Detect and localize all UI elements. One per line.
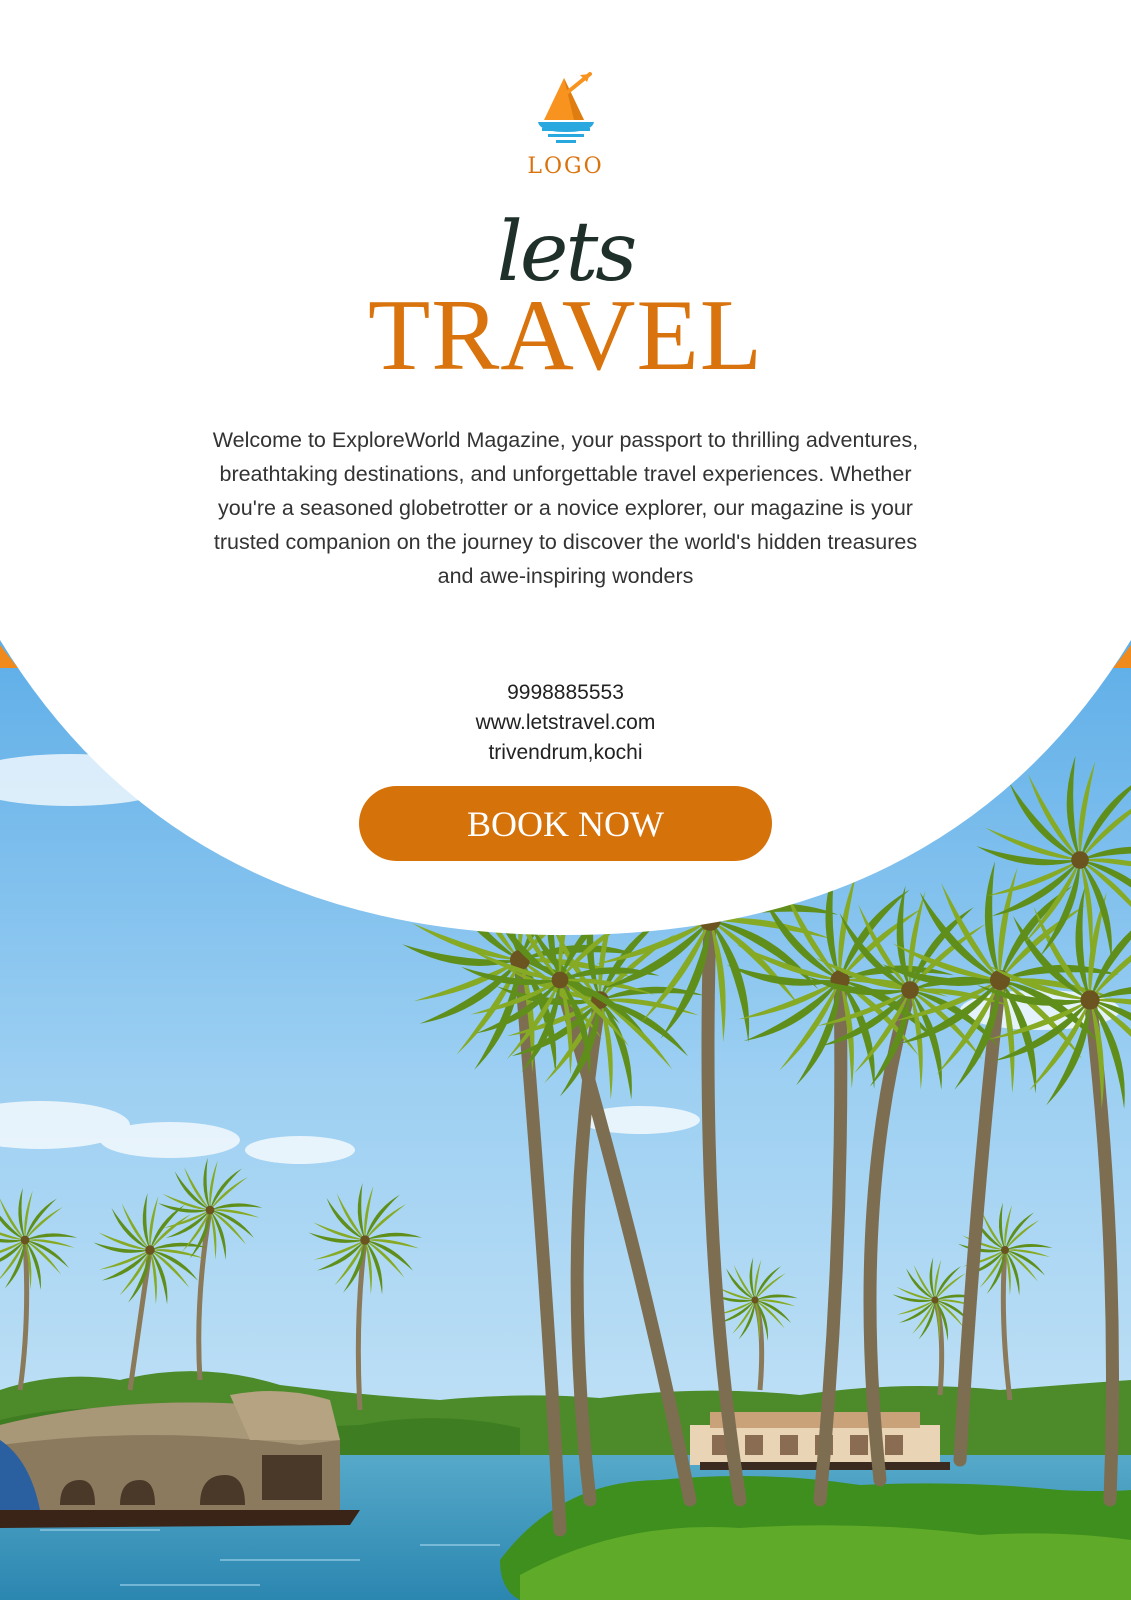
- contact-phone[interactable]: 9998885553: [0, 681, 1131, 705]
- headline-main: TRAVEL: [367, 279, 764, 392]
- sailboat-logo-icon: [537, 72, 594, 143]
- travel-poster: LOGO lets TRAVEL Welcome to ExploreWorld…: [0, 0, 1131, 1600]
- book-now-button[interactable]: BOOK NOW: [359, 786, 772, 861]
- logo-text: LOGO: [527, 154, 604, 179]
- contact-website[interactable]: www.letstravel.com: [0, 711, 1131, 735]
- intro-paragraph: Welcome to ExploreWorld Magazine, your p…: [212, 428, 919, 588]
- contact-location: trivendrum,kochi: [488, 741, 643, 764]
- brand-logo: LOGO: [0, 70, 1131, 179]
